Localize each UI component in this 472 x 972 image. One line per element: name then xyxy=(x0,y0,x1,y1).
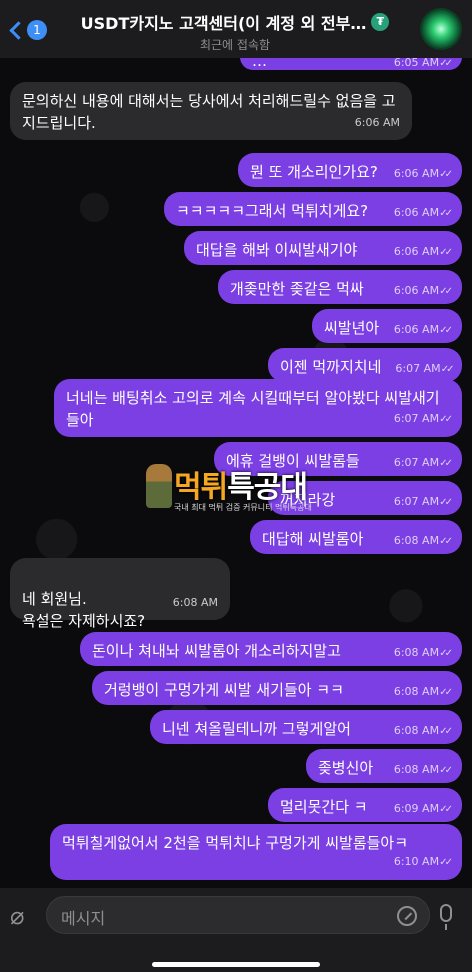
message-time: 6:06 AM xyxy=(394,163,450,186)
message-bubble[interactable]: ㅋㅋㅋㅋㅋ그래서 먹튀치게요? 6:06 AM xyxy=(164,192,462,226)
message-time: 6:07 AM xyxy=(394,452,450,475)
message-bubble[interactable]: 씨발년아 6:06 AM xyxy=(312,309,462,343)
message-text: 씨발년아 xyxy=(324,319,380,337)
message-text: 니넨 쳐올릴테니까 그렇게알어 xyxy=(162,720,351,738)
unread-count-badge: 1 xyxy=(27,20,47,40)
message-bubble[interactable]: 대답해 씨발롬아 6:08 AM xyxy=(250,520,462,554)
message-bubble[interactable]: 대답을 해봐 이씨발새기야 6:06 AM xyxy=(184,231,462,265)
message-bubble[interactable]: … 6:05 AM xyxy=(240,58,462,70)
message-text: 개좆만한 좆같은 먹싸 xyxy=(230,280,364,298)
message-text: 먹튀칠게없어서 2천을 먹튀치냐 구멍가게 씨발롬들아ㅋ xyxy=(62,834,409,852)
chat-title-text: USDT카지노 고객센터(이 계정 외 전부… xyxy=(80,14,367,33)
message-bubble[interactable]: 네 회원님. 욕설은 자제하시죠? 6:08 AM xyxy=(10,558,230,630)
watermark-name: 먹튀특공대 xyxy=(174,462,308,506)
home-indicator xyxy=(152,962,320,967)
watermark-tagline: 국내 최대 먹튀 검증 커뮤니티 먹튀특공대 xyxy=(174,503,312,512)
chat-title-area[interactable]: USDT카지노 고객센터(이 계정 외 전부… ₮ 최근에 접속함 xyxy=(62,10,408,53)
chat-status: 최근에 접속함 xyxy=(199,38,271,52)
message-text: 이젠 먹까지치네 xyxy=(280,358,382,376)
message-text: 멀리못간다 ㅋ xyxy=(280,798,368,816)
message-time: 6:06 AM xyxy=(354,116,400,129)
message-time: 6:06 AM xyxy=(394,241,450,264)
sticker-icon[interactable] xyxy=(397,906,417,926)
watermark-name-part: 먹튀 xyxy=(174,470,228,505)
message-text: 뭔 또 개소리인가요? xyxy=(250,163,378,181)
message-bubble[interactable]: 좆병신아 6:08 AM xyxy=(306,749,462,783)
message-time: 6:08 AM xyxy=(394,642,450,665)
message-time: 6:05 AM xyxy=(394,58,450,75)
message-time: 6:07 AM xyxy=(395,358,451,381)
composer-bar: ⌀ 메시지 xyxy=(0,888,472,972)
message-time: 6:08 AM xyxy=(394,530,450,553)
tether-icon: ₮ xyxy=(371,13,390,31)
message-text: 문의하신 내용에 대해서는 당사에서 처리해드릴수 없음을 고지드립니다. xyxy=(22,92,396,132)
message-text: 대답해 씨발롬아 xyxy=(262,530,364,548)
message-bubble[interactable]: 니넨 쳐올릴테니까 그렇게알어 6:08 AM xyxy=(150,710,462,744)
message-time: 6:08 AM xyxy=(394,759,450,782)
message-input[interactable]: 메시지 xyxy=(46,896,430,934)
message-bubble[interactable]: 거렁뱅이 구멍가게 씨발 새기들아 ㅋㅋ 6:08 AM xyxy=(92,671,462,705)
message-time: 6:08 AM xyxy=(394,720,450,743)
message-input-placeholder: 메시지 xyxy=(61,909,106,928)
message-time: 6:09 AM xyxy=(394,798,450,821)
message-bubble[interactable]: 먹튀칠게없어서 2천을 먹튀치냐 구멍가게 씨발롬들아ㅋ 6:10 AM xyxy=(50,824,462,880)
message-bubble[interactable]: 멀리못간다 ㅋ 6:09 AM xyxy=(268,788,462,822)
message-time: 6:08 AM xyxy=(394,681,450,704)
message-bubble[interactable]: 너네는 배팅취소 고의로 계속 시킬때부터 알아봤다 씨발새기들아 6:07 A… xyxy=(54,379,462,437)
message-bubble[interactable]: 이젠 먹까지치네 6:07 AM xyxy=(268,348,462,382)
message-time: 6:07 AM xyxy=(394,491,450,514)
message-text: 대답을 해봐 이씨발새기야 xyxy=(196,241,358,259)
message-time: 6:06 AM xyxy=(394,202,450,225)
message-time: 6:10 AM xyxy=(394,851,450,874)
message-bubble[interactable]: 돈이나 쳐내놔 씨발롬아 개소리하지말고 6:08 AM xyxy=(80,632,462,666)
message-bubble[interactable]: 문의하신 내용에 대해서는 당사에서 처리해드릴수 없음을 고지드립니다. 6:… xyxy=(10,82,412,140)
message-time: 6:06 AM xyxy=(394,280,450,303)
chat-title: USDT카지노 고객센터(이 계정 외 전부… ₮ xyxy=(81,10,390,34)
back-button[interactable]: 1 xyxy=(6,14,48,46)
chat-header: 1 USDT카지노 고객센터(이 계정 외 전부… ₮ 최근에 접속함 xyxy=(0,0,472,58)
watermark-logo: 먹튀특공대 국내 최대 먹튀 검증 커뮤니티 먹튀특공대 xyxy=(146,462,346,522)
message-text: 거렁뱅이 구멍가게 씨발 새기들아 ㅋㅋ xyxy=(104,681,344,699)
message-time: 6:08 AM xyxy=(172,596,218,609)
watermark-name-part: 특공대 xyxy=(227,470,308,505)
contact-avatar[interactable] xyxy=(422,10,460,48)
message-time: 6:07 AM xyxy=(394,408,450,431)
message-time: 6:06 AM xyxy=(394,319,450,342)
message-bubble[interactable]: 개좆만한 좆같은 먹싸 6:06 AM xyxy=(218,270,462,304)
soldier-mascot-icon xyxy=(146,464,172,508)
message-text: ㅋㅋㅋㅋㅋ그래서 먹튀치게요? xyxy=(176,202,369,220)
message-text: … xyxy=(252,58,267,70)
message-bubble[interactable]: 뭔 또 개소리인가요? 6:06 AM xyxy=(238,153,462,187)
message-text: 돈이나 쳐내놔 씨발롬아 개소리하지말고 xyxy=(92,642,341,660)
paperclip-icon[interactable]: ⌀ xyxy=(10,902,24,930)
microphone-icon[interactable] xyxy=(440,904,452,930)
chevron-left-icon xyxy=(9,20,28,40)
message-text: 좆병신아 xyxy=(318,759,374,777)
message-text: 너네는 배팅취소 고의로 계속 시킬때부터 알아봤다 씨발새기들아 xyxy=(66,389,440,429)
